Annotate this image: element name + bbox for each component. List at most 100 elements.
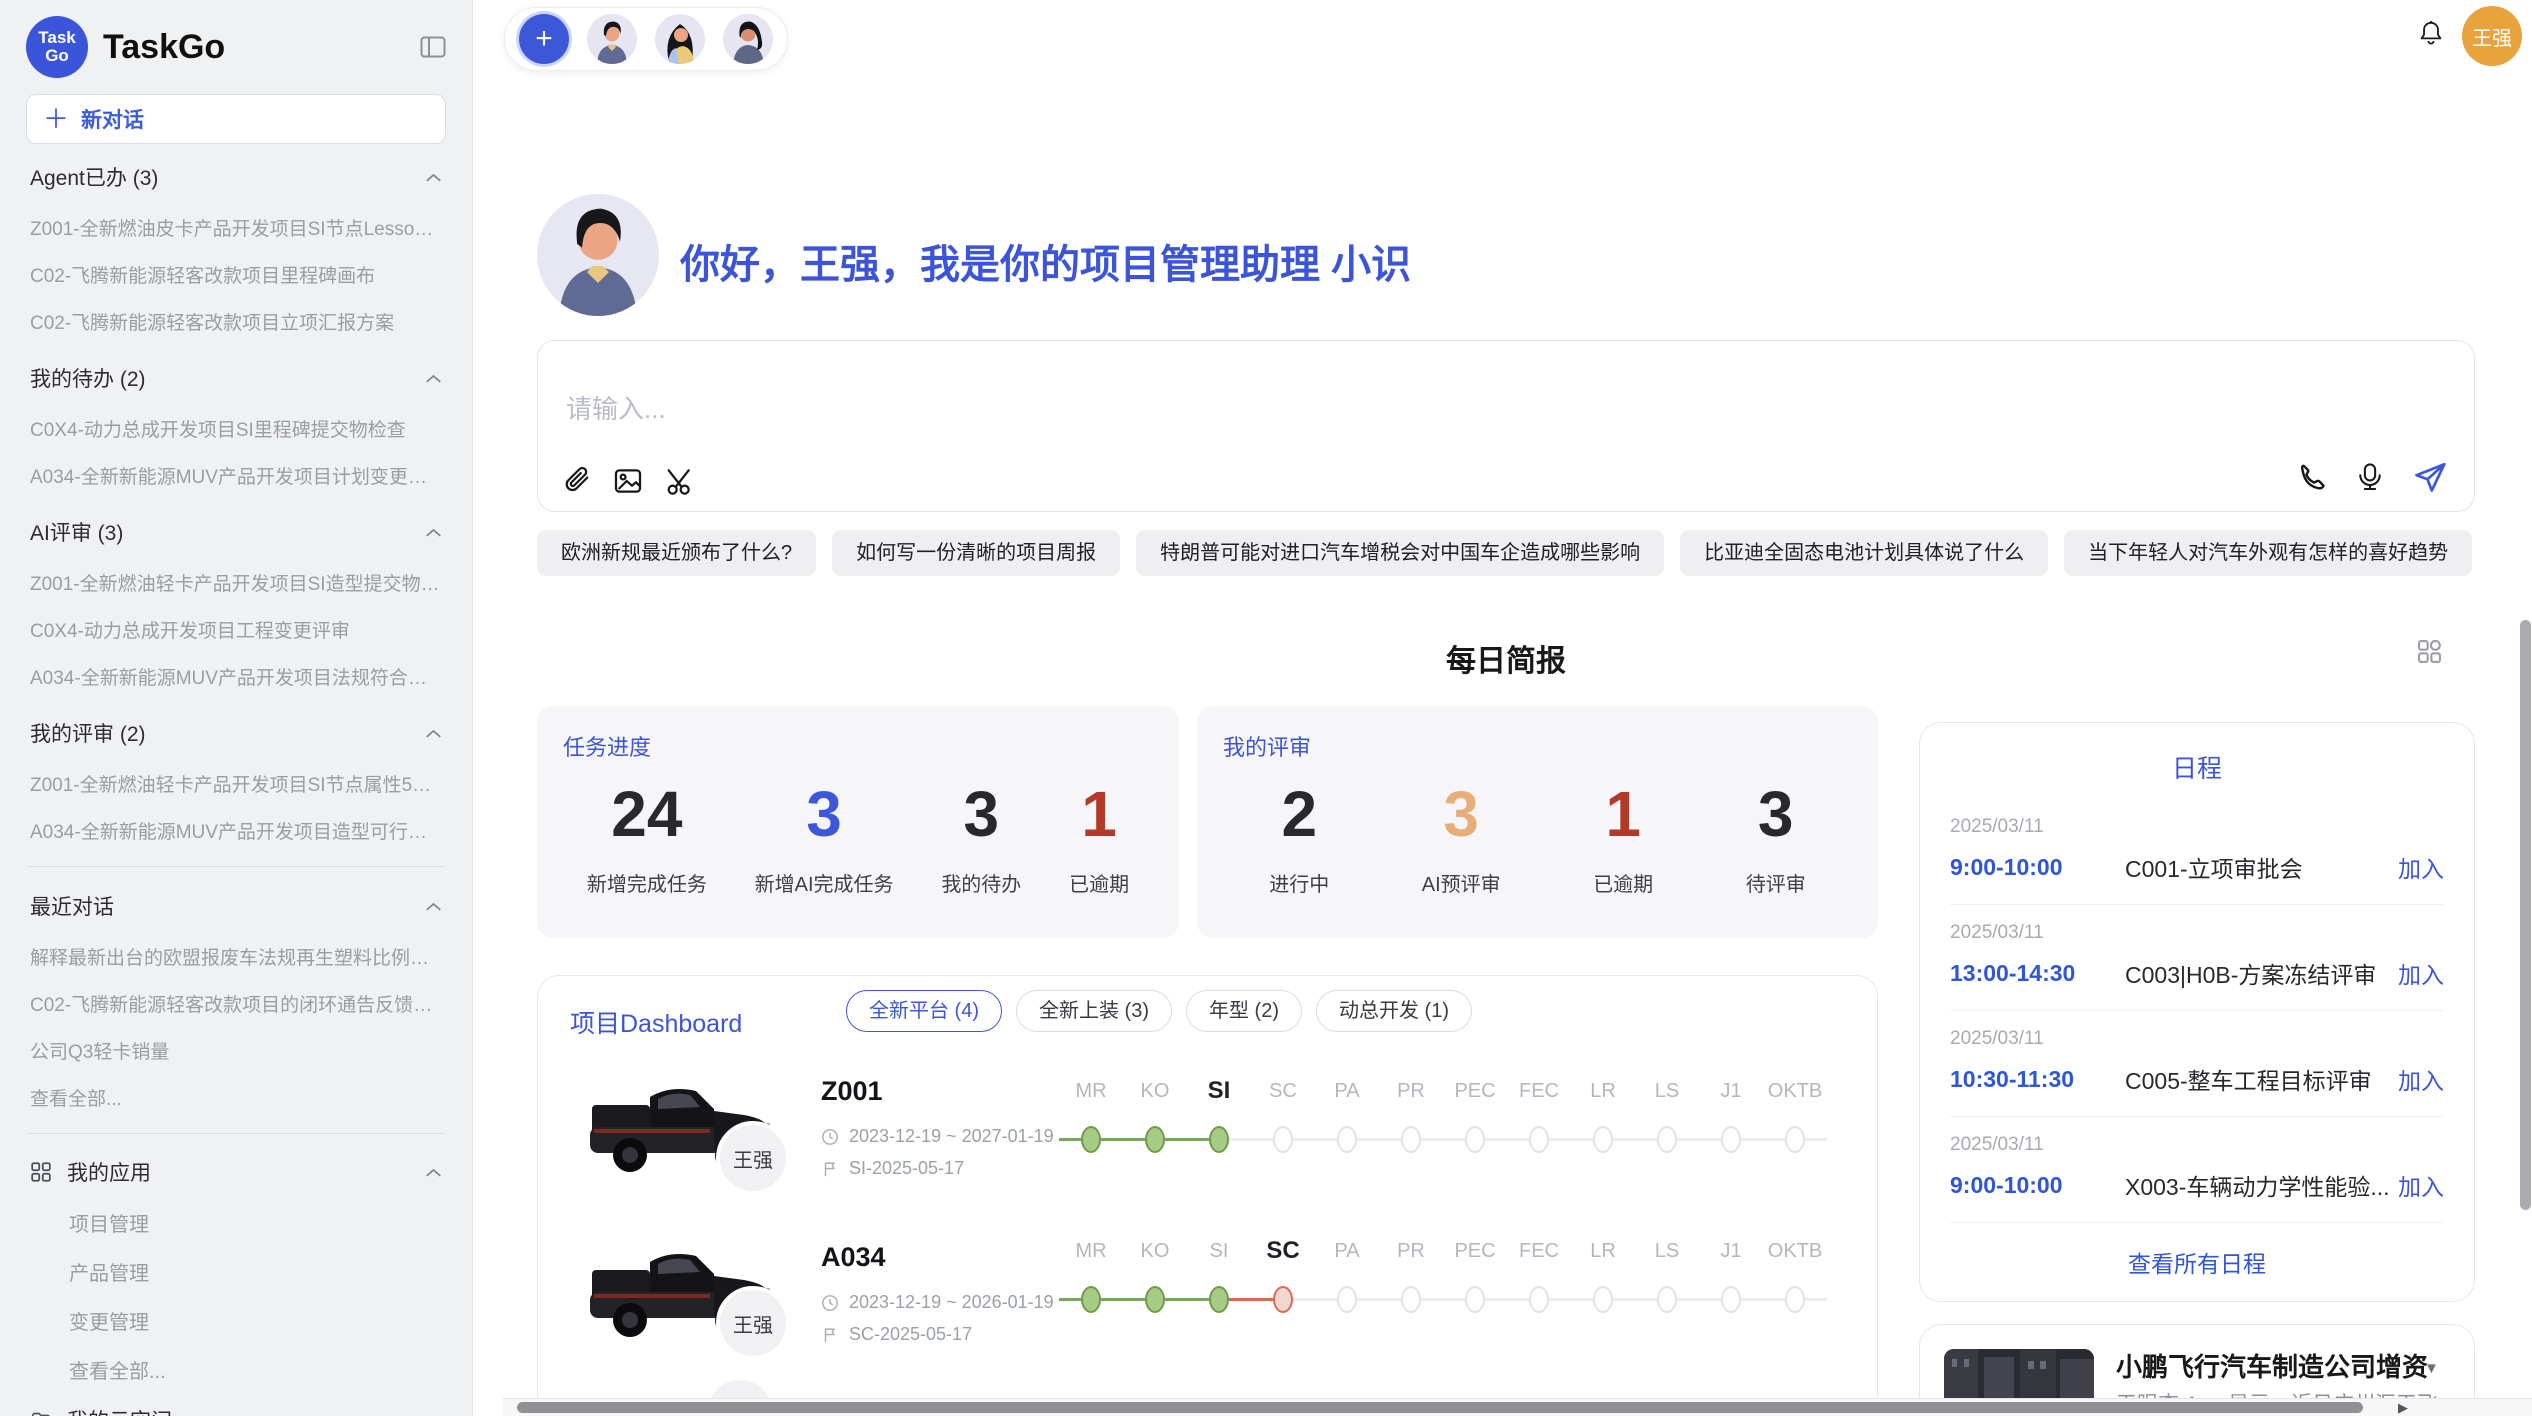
sidebar-item-project-mgmt[interactable]: 项目管理 [26,1198,446,1247]
woman-long-hair-avatar[interactable] [655,14,705,64]
my-review-card: 我的评审 2 进行中 3 AI预评审 1 已逾期 3 待评审 [1197,706,1878,938]
tab-new-platform[interactable]: 全新平台 (4) [846,990,1002,1032]
stat-row: 24 新增完成任务 3 新增AI完成任务 3 我的待办 1 已逾期 [563,772,1153,897]
man-avatar[interactable] [587,14,637,64]
schedule-item: 2025/03/11 9:00-10:00 C001-立项审批会 加入 [1950,799,2444,905]
list-item[interactable]: Z001-全新燃油皮卡产品开发项目SI节点Lesson Learn报告 [26,204,446,251]
composer-right-tools [2296,459,2448,495]
card-title: 任务进度 [563,730,1153,762]
view-all-apps[interactable]: 查看全部... [26,1345,446,1394]
clock-icon [821,1128,839,1146]
suggestion-chip[interactable]: 特朗普可能对进口汽车增税会对中国车企造成哪些影响 [1136,530,1664,576]
milestone: PR [1379,1076,1443,1156]
schedule-list: 2025/03/11 9:00-10:00 C001-立项审批会 加入 2025… [1920,799,2474,1223]
list-item[interactable]: C02-飞腾新能源轻客改款项目立项汇报方案 [26,298,446,345]
stat-row: 2 进行中 3 AI预评审 1 已逾期 3 待评审 [1223,772,1852,897]
app-logo: Task Go [26,16,88,78]
list-item[interactable]: Z001-全新燃油轻卡产品开发项目SI造型提交物评审 [26,559,446,606]
add-agent-button[interactable]: + [519,14,569,64]
sidebar-item-label: 我的云空间 [67,1405,172,1416]
scroll-down-arrow[interactable]: ▼ [2424,1360,2439,1377]
milestone: MR [1059,1236,1123,1316]
join-link[interactable]: 加入 [2398,1062,2444,1096]
composer-left-tools [562,465,696,497]
milestone: OKTB [1763,1236,1827,1316]
chat-input[interactable] [564,393,2068,426]
new-chat-button[interactable]: ＋ 新对话 [26,94,446,144]
list-item[interactable]: C0X4-动力总成开发项目工程变更评审 [26,606,446,653]
sidebar-collapse-icon[interactable] [420,36,446,58]
milestone: FEC [1507,1236,1571,1316]
list-item[interactable]: C0X4-动力总成开发项目SI里程碑提交物检查 [26,405,446,452]
sidebar-item-my-apps[interactable]: 我的应用 [26,1146,446,1198]
folder-icon [30,1409,52,1416]
attachment-icon[interactable] [562,466,592,496]
section-header-my-review[interactable]: 我的评审 (2) [26,706,446,760]
milestone-current: SI [1187,1076,1251,1156]
join-link[interactable]: 加入 [2398,1168,2444,1202]
milestone: LS [1635,1236,1699,1316]
project-flag-date: SI-2025-05-17 [821,1158,964,1179]
tab-new-body[interactable]: 全新上装 (3) [1016,990,1172,1032]
list-item[interactable]: C02-飞腾新能源轻客改款项目里程碑画布 [26,251,446,298]
list-item[interactable]: Z001-全新燃油轻卡产品开发项目SI节点属性5D文件评审 [26,760,446,807]
app-title: TaskGo [103,28,225,67]
divider [26,866,446,867]
microphone-icon[interactable] [2354,461,2386,493]
view-all-schedule[interactable]: 查看所有日程 [1920,1245,2474,1279]
section-header-ai-review[interactable]: AI评审 (3) [26,505,446,559]
milestone: KO [1123,1236,1187,1316]
schedule-item: 2025/03/11 9:00-10:00 X003-车辆动力学性能验... 加… [1950,1117,2444,1223]
project-date-range: 2023-12-19 ~ 2027-01-19 [821,1126,1054,1147]
schedule-card: 日程 2025/03/11 9:00-10:00 C001-立项审批会 加入 2… [1919,722,2475,1302]
app-window: Task Go TaskGo ＋ 新对话 Agent已办 (3) Z001-全新… [0,0,2532,1416]
woman-earring-avatar[interactable] [723,14,773,64]
list-item[interactable]: C02-飞腾新能源轻客改款项目的闭环通告反馈情况 [26,980,446,1027]
chevron-up-icon [425,1167,442,1178]
section-header-my-todo[interactable]: 我的待办 (2) [26,351,446,405]
sidebar-item-change-mgmt[interactable]: 变更管理 [26,1296,446,1345]
list-item[interactable]: A034-全新新能源MUV产品开发项目计划变更表编写 [26,452,446,499]
tab-year-model[interactable]: 年型 (2) [1186,990,1302,1032]
stat: 24 新增完成任务 [587,772,707,897]
view-all-chats[interactable]: 查看全部... [26,1074,446,1121]
user-avatar[interactable]: 王强 [2462,6,2522,66]
suggestion-chip[interactable]: 当下年轻人对汽车外观有怎样的喜好趋势 [2064,530,2472,576]
scissors-icon[interactable] [664,465,696,497]
stat: 1 已逾期 [1593,772,1653,897]
join-link[interactable]: 加入 [2398,850,2444,884]
milestone: OKTB [1763,1076,1827,1156]
join-link[interactable]: 加入 [2398,956,2444,990]
layout-grid-icon[interactable] [2416,638,2443,665]
scroll-right-arrow[interactable]: ▶ [2398,1399,2408,1416]
sidebar-item-cloud-space[interactable]: 我的云空间 [26,1394,446,1416]
suggestion-chip[interactable]: 欧洲新规最近颁布了什么? [537,530,816,576]
vertical-scrollbar-thumb[interactable] [2520,620,2531,1210]
suggestion-chip[interactable]: 如何写一份清晰的项目周报 [832,530,1120,576]
list-item[interactable]: A034-全新新能源MUV产品开发项目造型可行性评审 [26,807,446,854]
notification-bell-icon[interactable] [2416,18,2446,53]
grid-icon [30,1161,52,1183]
list-item[interactable]: 解释最新出台的欧盟报废车法规再生塑料比例被调至15%... [26,933,446,980]
project-code[interactable]: Z001 [821,1076,883,1107]
image-icon[interactable] [612,465,644,497]
stat: 3 我的待办 [941,772,1021,897]
horizontal-scrollbar-thumb[interactable] [517,1402,2363,1413]
phone-icon[interactable] [2296,461,2328,493]
news-title[interactable]: 小鹏飞行汽车制造公司增资 [2116,1347,2452,1384]
tab-powertrain[interactable]: 动总开发 (1) [1316,990,1472,1032]
milestone: PEC [1443,1236,1507,1316]
list-item[interactable]: 公司Q3轻卡销量 [26,1027,446,1074]
section-header-agent-done[interactable]: Agent已办 (3) [26,150,446,204]
sidebar-header: Task Go TaskGo [26,0,446,78]
section-header-recent-chats[interactable]: 最近对话 [26,879,446,933]
send-icon[interactable] [2412,459,2448,495]
sidebar-item-product-mgmt[interactable]: 产品管理 [26,1247,446,1296]
suggestion-chip[interactable]: 比亚迪全固态电池计划具体说了什么 [1680,530,2048,576]
task-progress-card: 任务进度 24 新增完成任务 3 新增AI完成任务 3 我的待办 1 已逾期 [537,706,1179,938]
list-item[interactable]: A034-全新新能源MUV产品开发项目法规符合性评审 [26,653,446,700]
sidebar: Task Go TaskGo ＋ 新对话 Agent已办 (3) Z001-全新… [0,0,473,1416]
project-flag-date: SC-2025-05-17 [821,1324,972,1345]
stat: 3 新增AI完成任务 [755,772,894,897]
project-code[interactable]: A034 [821,1242,886,1273]
